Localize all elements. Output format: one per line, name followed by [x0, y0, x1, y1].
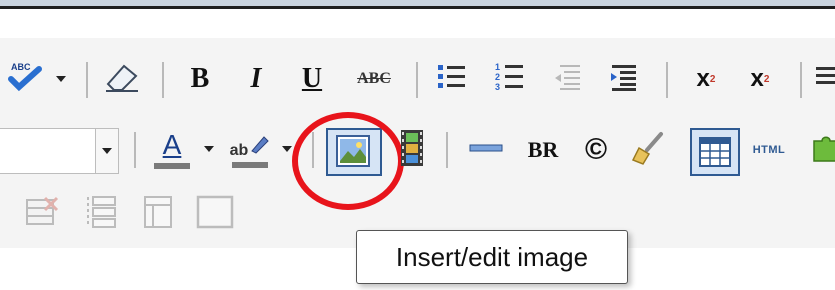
bold-button[interactable]: B — [180, 58, 220, 100]
font-color-button[interactable]: A — [150, 126, 194, 174]
justify-button[interactable] — [816, 58, 835, 100]
svg-text:2: 2 — [495, 72, 500, 82]
spellcheck-button[interactable]: ABC — [4, 58, 46, 100]
separator — [446, 132, 448, 168]
highlight-button[interactable]: ab — [226, 126, 274, 174]
horizontal-rule-icon — [469, 141, 503, 159]
justify-icon — [816, 62, 835, 97]
subscript-mark: 2 — [763, 73, 770, 85]
numbered-list-icon: 1 2 3 — [494, 61, 526, 98]
highlight-label: ab — [229, 141, 249, 159]
bullet-list-button[interactable] — [430, 58, 474, 100]
superscript-button[interactable]: x2 — [684, 58, 728, 100]
chevron-down-icon — [56, 76, 66, 82]
box-icon — [196, 195, 234, 234]
subscript-button[interactable]: x2 — [738, 58, 782, 100]
outdent-icon — [552, 62, 584, 97]
chevron-down-icon — [282, 146, 292, 152]
indent-icon — [608, 62, 640, 97]
row-properties-button[interactable] — [78, 192, 122, 236]
remove-format-button[interactable] — [100, 58, 144, 100]
html-source-button[interactable]: HTML — [744, 128, 794, 172]
insert-media-button[interactable] — [392, 128, 432, 172]
separator — [666, 62, 668, 98]
svg-text:ABC: ABC — [11, 62, 31, 72]
bullet-list-icon — [436, 62, 468, 97]
highlight-swatch — [232, 161, 268, 168]
superscript-label: x — [696, 65, 710, 92]
font-size-select[interactable] — [0, 128, 119, 174]
highlight-ring — [292, 112, 404, 210]
font-color-dropdown[interactable] — [202, 142, 216, 156]
film-icon — [401, 129, 423, 171]
window-divider — [0, 6, 835, 9]
eraser-icon — [102, 60, 142, 99]
delete-table-button[interactable] — [20, 192, 64, 236]
superscript-mark: 2 — [709, 73, 716, 85]
row-properties-icon — [83, 195, 117, 234]
spellcheck-dropdown[interactable] — [54, 72, 68, 86]
underline-button[interactable]: U — [292, 58, 332, 100]
strikethrough-button[interactable]: ABC — [352, 58, 396, 100]
copyright-button[interactable]: © — [576, 128, 616, 172]
svg-text:1: 1 — [495, 62, 500, 72]
plugin-button[interactable] — [808, 128, 835, 172]
tooltip: Insert/edit image — [356, 230, 628, 284]
insert-table-button[interactable] — [690, 128, 740, 176]
indent-button[interactable] — [602, 58, 646, 100]
subscript-label: x — [750, 65, 764, 92]
line-break-button[interactable]: BR — [520, 128, 566, 172]
separator — [86, 62, 88, 98]
puzzle-icon — [808, 133, 835, 168]
separator — [134, 132, 136, 168]
svg-text:3: 3 — [495, 82, 500, 92]
font-color-label: A — [162, 129, 182, 160]
cell-properties-button[interactable] — [136, 192, 180, 236]
numbered-list-button[interactable]: 1 2 3 — [488, 58, 532, 100]
cell-properties-icon — [141, 195, 175, 234]
delete-table-icon — [25, 196, 59, 233]
box-button[interactable] — [192, 192, 238, 236]
horizontal-rule-button[interactable] — [464, 128, 508, 172]
chevron-down-icon — [102, 148, 112, 154]
pencil-icon — [248, 133, 270, 160]
spellcheck-icon: ABC — [5, 59, 45, 100]
cleanup-button[interactable] — [626, 128, 672, 172]
separator — [800, 62, 802, 98]
font-color-swatch — [154, 163, 190, 169]
outdent-button[interactable] — [546, 58, 590, 100]
separator — [162, 62, 164, 98]
broom-icon — [631, 130, 667, 171]
separator — [416, 62, 418, 98]
italic-button[interactable]: I — [236, 58, 276, 100]
chevron-down-icon — [204, 146, 214, 152]
table-icon — [699, 137, 731, 172]
font-size-dropdown[interactable] — [95, 129, 118, 173]
